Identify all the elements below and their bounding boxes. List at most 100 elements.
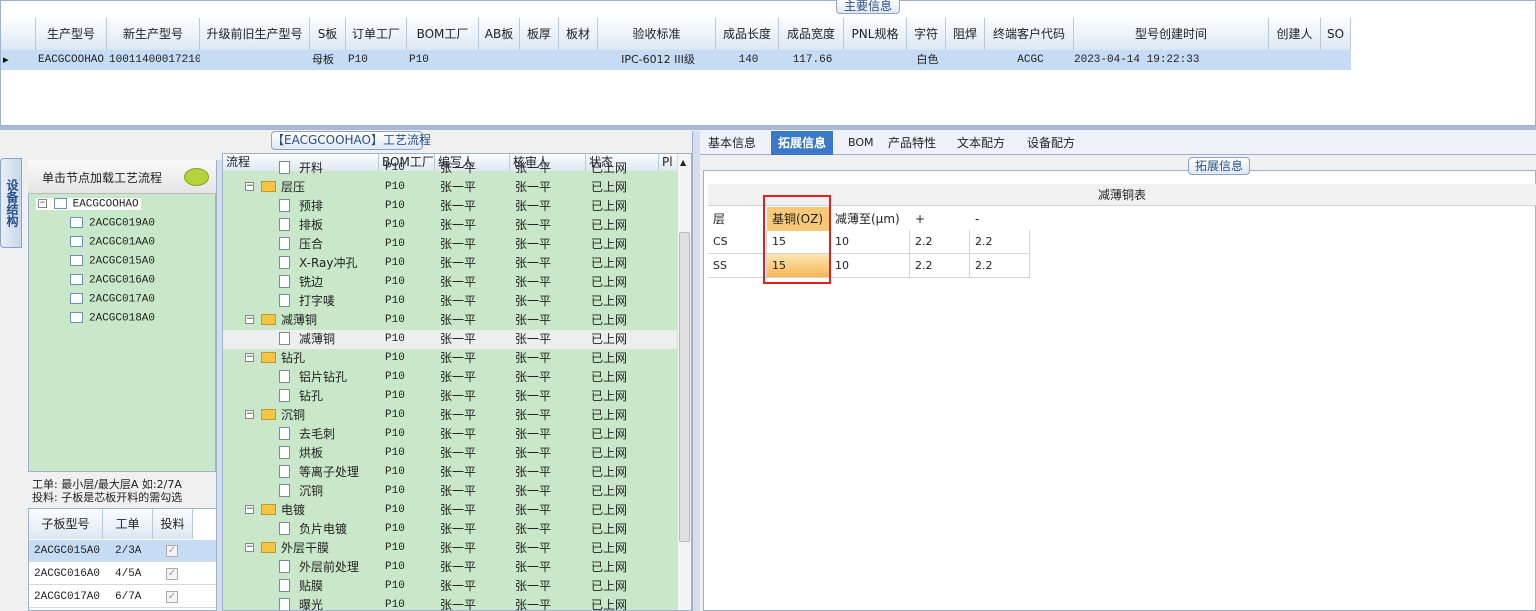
col-header[interactable]: + xyxy=(910,207,970,231)
cell[interactable] xyxy=(946,50,985,70)
cell[interactable]: 10 xyxy=(830,230,910,254)
col-header[interactable]: 生产型号 xyxy=(36,18,107,50)
col-header[interactable]: 订单工厂 xyxy=(346,18,407,50)
flow-row[interactable]: 排板 P10 张一平 张一平 已上网 xyxy=(223,216,678,235)
flow-row[interactable]: 外层前处理 P10 张一平 张一平 已上网 xyxy=(223,558,678,577)
flow-row[interactable]: − 外层干膜 P10 张一平 张一平 已上网 xyxy=(223,539,678,558)
table-row[interactable]: 2ACGC017A0 6/7A ✓ xyxy=(29,586,217,608)
flow-row[interactable]: 减薄铜 P10 张一平 张一平 已上网 xyxy=(223,330,678,349)
col-header[interactable]: 字符 xyxy=(907,18,946,50)
col-header[interactable]: 阻焊 xyxy=(946,18,985,50)
tab-text-recipe[interactable]: 文本配方 xyxy=(957,131,1005,155)
tab-basic-info[interactable]: 基本信息 xyxy=(708,131,756,155)
cell[interactable]: 140 xyxy=(716,50,779,70)
cell[interactable]: 10011400017210 xyxy=(107,50,200,70)
col-header[interactable]: 成品长度 xyxy=(716,18,779,50)
tab-extended-info[interactable]: 拓展信息 xyxy=(771,131,834,155)
vertical-splitter[interactable] xyxy=(692,131,700,611)
node-checkbox[interactable] xyxy=(53,198,67,209)
flow-row[interactable]: 曝光 P10 张一平 张一平 已上网 xyxy=(223,596,678,610)
tree-item[interactable]: 2ACGC019A0 xyxy=(70,217,155,229)
cell[interactable]: 2ACGC017A0 xyxy=(34,586,100,608)
flow-row[interactable]: 预排 P10 张一平 张一平 已上网 xyxy=(223,197,678,216)
flow-row[interactable]: 去毛刺 P10 张一平 张一平 已上网 xyxy=(223,425,678,444)
collapse-icon[interactable]: − xyxy=(245,410,254,419)
tree-item[interactable]: 2ACGC01AA0 xyxy=(70,236,155,248)
flow-row[interactable]: 沉铜 P10 张一平 张一平 已上网 xyxy=(223,482,678,501)
cell[interactable]: 2.2 xyxy=(970,254,1030,278)
flow-row[interactable]: 打字唛 P10 张一平 张一平 已上网 xyxy=(223,292,678,311)
col-header[interactable]: PNL规格 xyxy=(844,18,907,50)
cell[interactable]: P10 xyxy=(346,50,407,70)
collapse-icon[interactable]: − xyxy=(245,182,254,191)
flow-row[interactable]: 烘板 P10 张一平 张一平 已上网 xyxy=(223,444,678,463)
flow-row[interactable]: − 减薄铜 P10 张一平 张一平 已上网 xyxy=(223,311,678,330)
cell[interactable]: 2.2 xyxy=(910,230,970,254)
flow-scrollbar[interactable]: ▲ xyxy=(677,154,691,610)
cell[interactable]: 2ACGC016A0 xyxy=(34,563,100,585)
flow-row[interactable]: − 电镀 P10 张一平 张一平 已上网 xyxy=(223,501,678,520)
tree-item[interactable]: 2ACGC017A0 xyxy=(70,293,155,305)
tab-bom[interactable]: BOM xyxy=(848,131,874,155)
col-header[interactable]: 成品宽度 xyxy=(779,18,844,50)
horizontal-splitter[interactable] xyxy=(0,126,1536,130)
col-header[interactable]: - xyxy=(970,207,1030,231)
cell[interactable] xyxy=(844,50,907,70)
cell[interactable]: 母板 xyxy=(310,50,346,70)
cell[interactable]: 4/5A xyxy=(115,563,141,585)
cell[interactable] xyxy=(559,50,598,70)
cell[interactable]: 2.2 xyxy=(910,254,970,278)
col-header[interactable]: 减薄至(μm) xyxy=(830,207,910,231)
main-info-row[interactable]: ▸ EACGCOOHAO 10011400017210 母板 P10 P10 I… xyxy=(1,50,1351,70)
cell[interactable]: CS xyxy=(708,230,767,254)
tab-equipment-recipe[interactable]: 设备配方 xyxy=(1027,131,1075,155)
flow-row[interactable]: 钻孔 P10 张一平 张一平 已上网 xyxy=(223,387,678,406)
cell[interactable] xyxy=(200,50,310,70)
cell[interactable]: 2/3A xyxy=(115,540,141,562)
cell[interactable]: 2.2 xyxy=(970,230,1030,254)
col-header[interactable]: 新生产型号 xyxy=(107,18,200,50)
tab-product-features[interactable]: 产品特性 xyxy=(888,131,936,155)
cell[interactable]: ACGC xyxy=(985,50,1074,70)
tree-root[interactable]: − EACGCOOHAO xyxy=(36,198,141,211)
tree-item[interactable]: 2ACGC018A0 xyxy=(70,312,155,324)
collapse-icon[interactable]: − xyxy=(245,315,254,324)
cell[interactable]: SS xyxy=(708,254,767,278)
col-header[interactable]: 型号创建时间 xyxy=(1074,18,1269,50)
collapse-icon[interactable]: − xyxy=(245,543,254,552)
flow-row[interactable]: X-Ray冲孔 P10 张一平 张一平 已上网 xyxy=(223,254,678,273)
col-header[interactable]: 升级前旧生产型号 xyxy=(200,18,310,50)
flow-row[interactable]: 负片电镀 P10 张一平 张一平 已上网 xyxy=(223,520,678,539)
flow-row[interactable]: 铝片钻孔 P10 张一平 张一平 已上网 xyxy=(223,368,678,387)
collapse-icon[interactable]: − xyxy=(245,353,254,362)
flow-row[interactable]: − 层压 P10 张一平 张一平 已上网 xyxy=(223,178,678,197)
feed-checkbox[interactable]: ✓ xyxy=(166,591,178,603)
flow-row[interactable]: 铣边 P10 张一平 张一平 已上网 xyxy=(223,273,678,292)
table-row[interactable]: 2ACGC015A0 2/3A ✓ xyxy=(29,540,217,562)
scroll-up-icon[interactable]: ▲ xyxy=(680,158,686,167)
cell[interactable] xyxy=(1321,50,1351,70)
node-checkbox[interactable] xyxy=(70,255,83,266)
col-header[interactable]: 投料 xyxy=(153,509,193,539)
flow-row[interactable]: 压合 P10 张一平 张一平 已上网 xyxy=(223,235,678,254)
flow-row[interactable]: 贴膜 P10 张一平 张一平 已上网 xyxy=(223,577,678,596)
cell[interactable]: 117.66 xyxy=(779,50,844,70)
node-checkbox[interactable] xyxy=(70,293,83,304)
cell[interactable]: 6/7A xyxy=(115,586,141,608)
col-header[interactable]: 子板型号 xyxy=(29,509,103,539)
node-checkbox[interactable] xyxy=(70,274,83,285)
col-header[interactable]: 终端客户代码 xyxy=(985,18,1074,50)
feed-checkbox[interactable]: ✓ xyxy=(166,568,178,580)
feed-checkbox[interactable]: ✓ xyxy=(166,545,178,557)
col-header[interactable]: S板 xyxy=(310,18,346,50)
cell[interactable] xyxy=(479,50,520,70)
col-header[interactable]: 验收标准 xyxy=(598,18,716,50)
tree-item[interactable]: 2ACGC016A0 xyxy=(70,274,155,286)
flow-row[interactable]: 等离子处理 P10 张一平 张一平 已上网 xyxy=(223,463,678,482)
tree-item[interactable]: 2ACGC015A0 xyxy=(70,255,155,267)
cell[interactable]: 白色 xyxy=(907,50,946,70)
flow-row[interactable]: − 沉铜 P10 张一平 张一平 已上网 xyxy=(223,406,678,425)
row-header-corner[interactable] xyxy=(1,18,36,50)
cell[interactable]: 2023-04-14 19:22:33 xyxy=(1074,50,1269,70)
cell[interactable] xyxy=(520,50,559,70)
